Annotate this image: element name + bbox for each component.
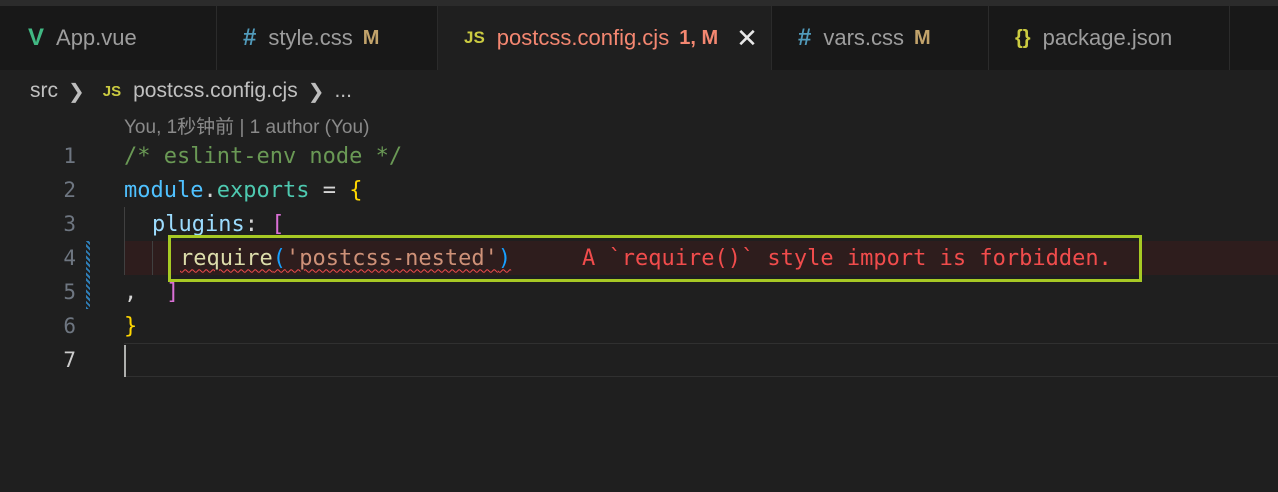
code-line: 6 } <box>0 309 1278 343</box>
editor-tab-bar: V App.vue # style.css M JS postcss.confi… <box>0 0 1278 70</box>
chevron-right-icon: ❯ <box>68 80 85 103</box>
plugins-token: plugins <box>152 211 245 237</box>
line-content: /* eslint-env node */ <box>124 144 402 169</box>
git-blame-codelens[interactable]: You, 1秒钟前 | 1 author (You) <box>124 112 369 139</box>
comma-token: , <box>124 279 138 305</box>
code-line: 1 /* eslint-env node */ <box>0 139 1278 173</box>
code-line: 7 <box>0 343 1278 377</box>
line-content: , <box>124 280 137 305</box>
operator-token: = <box>309 177 350 203</box>
line-number: 5 <box>63 280 76 304</box>
tab-style-css[interactable]: # style.css M <box>217 6 438 70</box>
module-token: module <box>124 177 204 203</box>
line-number: 1 <box>63 144 76 168</box>
tab-label: vars.css <box>823 25 905 50</box>
tab-label: style.css <box>268 25 353 50</box>
line-content: module.exports = { <box>124 178 362 203</box>
tab-label: package.json <box>1042 25 1173 50</box>
colon-token: : <box>244 211 272 237</box>
line-number: 4 <box>63 246 76 270</box>
breadcrumb-folder[interactable]: src <box>30 79 58 103</box>
chevron-right-icon: ❯ <box>307 80 325 103</box>
annotation-highlight-box <box>168 235 1142 282</box>
text-cursor <box>124 345 126 377</box>
breadcrumb: src ❯ JS postcss.config.cjs ❯ ... <box>30 76 352 106</box>
dot-token: . <box>203 177 217 203</box>
tab-package-json[interactable]: {} package.json <box>989 6 1230 70</box>
tab-postcss-config[interactable]: JS postcss.config.cjs 1, M ✕ <box>438 6 772 70</box>
brace-token: } <box>124 313 138 339</box>
json-braces-icon: {} <box>1015 26 1031 49</box>
vue-icon: V <box>28 24 45 51</box>
breadcrumb-symbol[interactable]: ... <box>334 79 352 103</box>
line-content: ] <box>166 280 179 305</box>
line-number: 7 <box>63 348 76 372</box>
close-icon[interactable]: ✕ <box>736 23 758 54</box>
modified-badge: M <box>362 26 380 49</box>
tab-label: postcss.config.cjs <box>496 25 670 50</box>
exports-token: exports <box>216 177 310 203</box>
css-hash-icon: # <box>798 24 812 51</box>
problems-modified-badge: 1, M <box>679 26 719 49</box>
tab-app-vue[interactable]: V App.vue <box>0 6 217 70</box>
line-number: 6 <box>63 314 76 338</box>
comment-token: /* eslint-env node */ <box>124 143 403 169</box>
line-number: 3 <box>63 212 76 236</box>
modified-badge: M <box>914 26 931 49</box>
breadcrumb-file[interactable]: postcss.config.cjs <box>133 79 298 103</box>
bracket-token: [ <box>271 211 285 237</box>
js-icon: JS <box>464 28 485 47</box>
css-hash-icon: # <box>243 24 257 51</box>
code-line: 2 module.exports = { <box>0 173 1278 207</box>
tab-label: App.vue <box>56 25 137 50</box>
tab-vars-css[interactable]: # vars.css M <box>772 6 989 70</box>
brace-token: { <box>349 177 363 203</box>
line-number: 2 <box>63 178 76 202</box>
line-content: plugins: [ <box>152 212 284 237</box>
bracket-token: ] <box>166 279 180 305</box>
line-content: } <box>124 314 137 339</box>
js-icon: JS <box>102 82 122 100</box>
